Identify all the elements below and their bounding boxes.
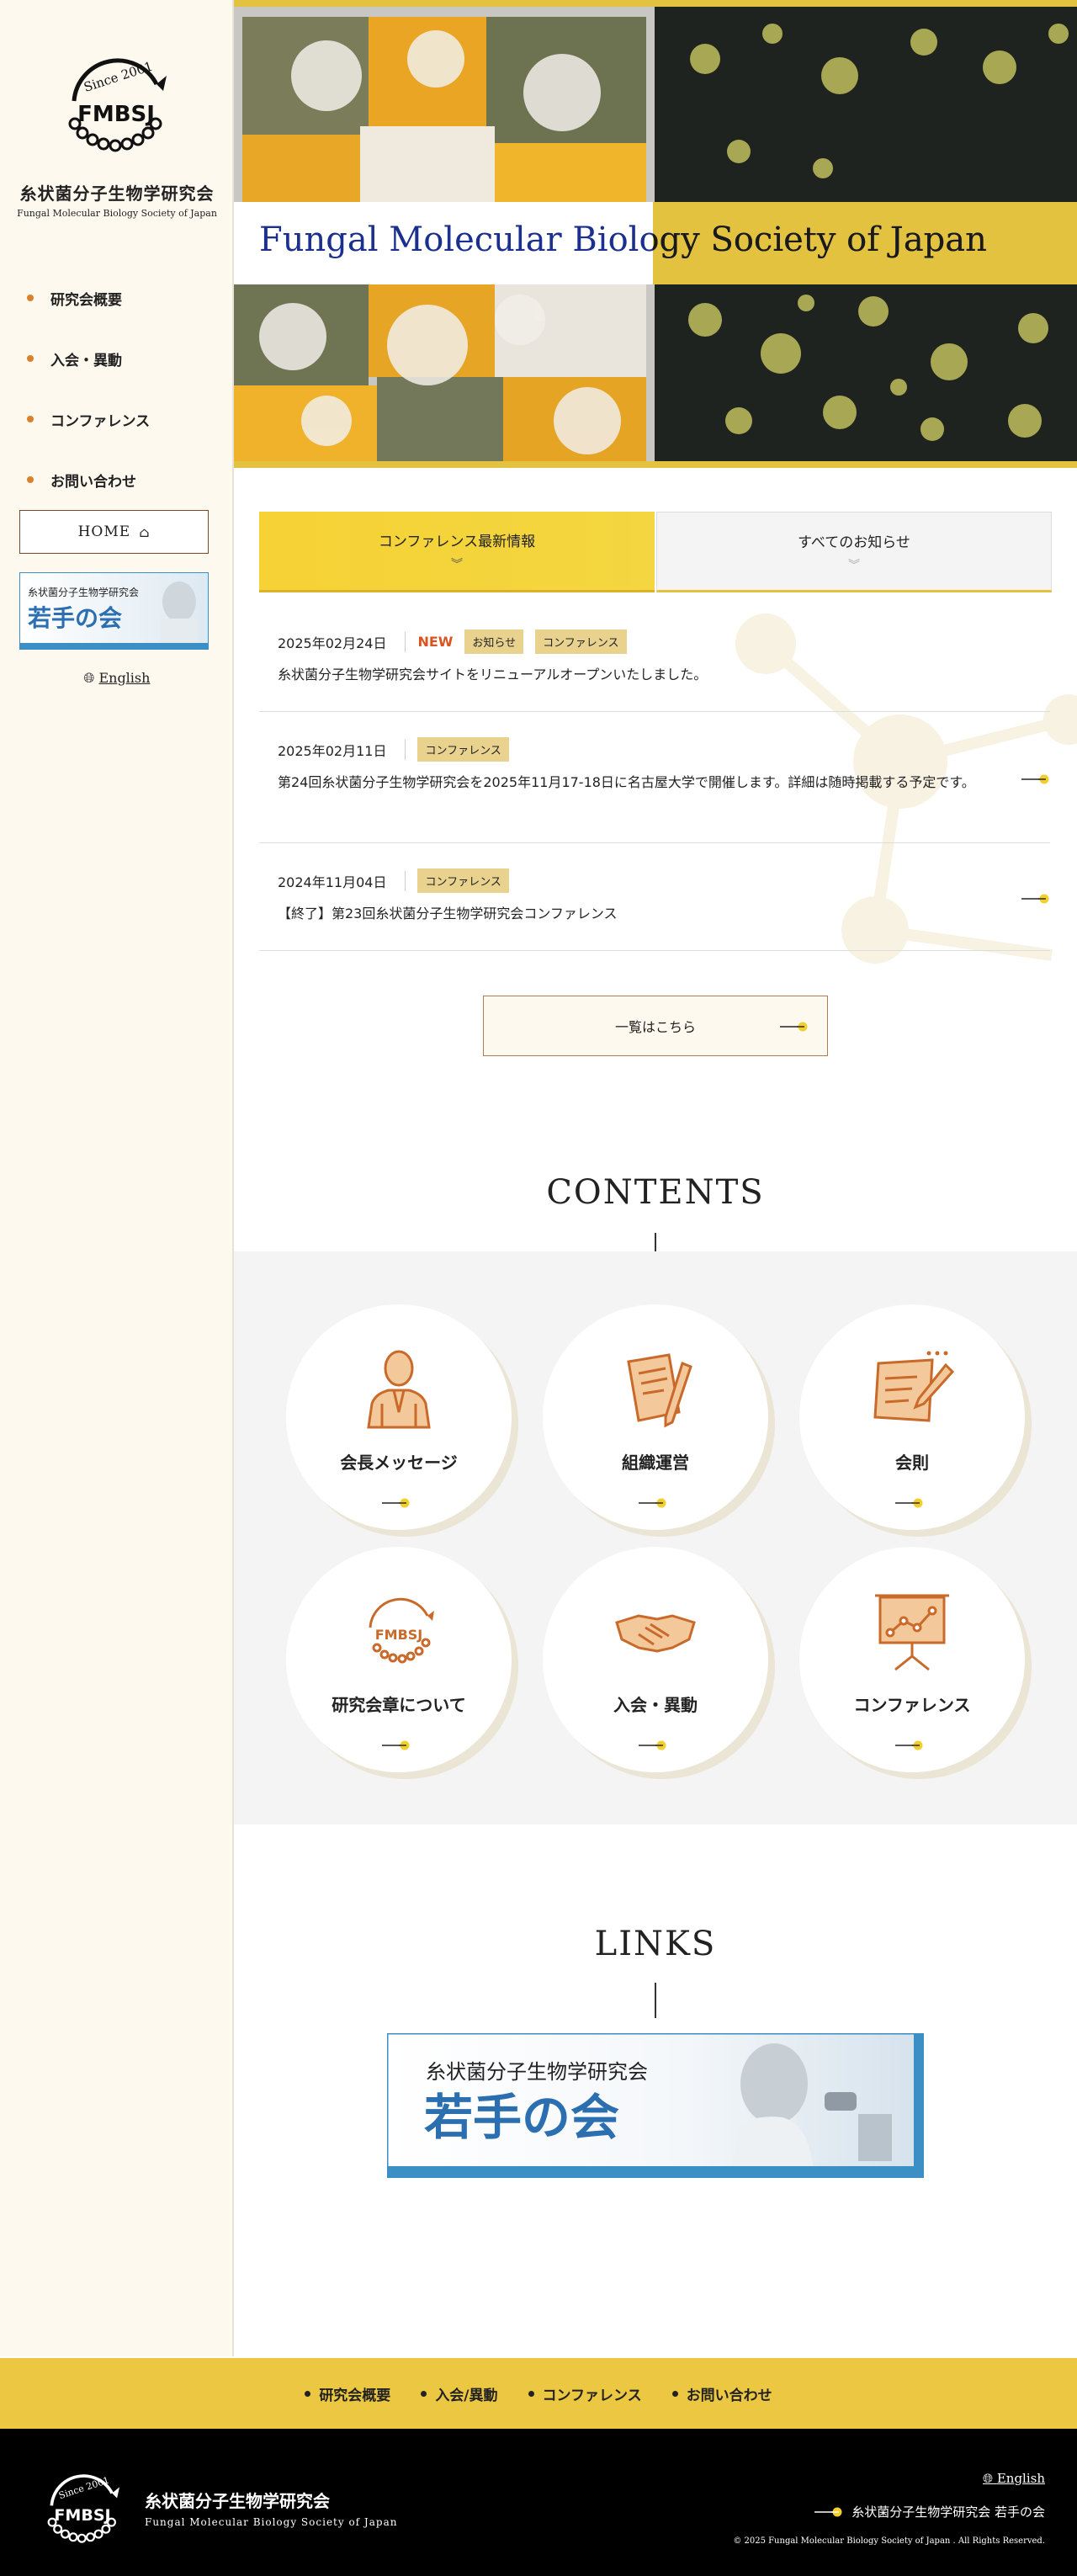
hero-title-band: Fungal Molecular Biology Society of Japa… xyxy=(234,202,1077,284)
sidebar-item-contact[interactable]: お問い合わせ xyxy=(27,449,150,510)
footer-nav: 研究会概要 入会/異動 コンファレンス お問い合わせ xyxy=(0,2358,1077,2429)
footer-item-membership[interactable]: 入会/異動 xyxy=(421,2383,498,2404)
news-date: 2024年11月04日 xyxy=(278,870,406,891)
tag-badge: コンファレンス xyxy=(417,737,509,762)
bullet-icon xyxy=(305,2390,311,2397)
globe-icon: 🌐︎ xyxy=(983,2471,994,2486)
footer-english-link[interactable]: 🌐︎ English xyxy=(983,2471,1045,2486)
news-item[interactable]: 2025年02月24日 NEW お知らせ コンファレンス 糸状菌分子生物学研究会… xyxy=(259,604,1050,712)
divider xyxy=(655,1983,656,2018)
site-title: 糸状菌分子生物学研究会 xyxy=(19,183,215,204)
links-heading: LINKS xyxy=(594,1925,717,1963)
rules-icon xyxy=(873,1351,954,1422)
bullet-icon xyxy=(671,2390,678,2397)
home-button[interactable]: HOME ⌂ xyxy=(19,510,209,554)
arrow-right-icon xyxy=(382,1498,411,1508)
card-organization[interactable]: 組織運営 xyxy=(543,1304,768,1530)
svg-text:FMBSJ: FMBSJ xyxy=(77,102,155,127)
svg-text:FMBSJ: FMBSJ xyxy=(54,2506,110,2525)
svg-text:FMBSJ: FMBSJ xyxy=(375,1627,423,1643)
logo-emblem-icon: FMBSJ Since 2001 xyxy=(68,58,167,152)
arrow-right-icon xyxy=(814,2507,842,2516)
footer-logo[interactable]: FMBSJ Since 2001 xyxy=(32,2462,133,2555)
tag-badge: コンファレンス xyxy=(417,868,509,893)
card-president-message[interactable]: 会長メッセージ xyxy=(286,1304,512,1530)
svg-text:糸状菌分子生物学研究会: 糸状菌分子生物学研究会 xyxy=(28,586,139,598)
hero-banner: Fungal Molecular Biology Society of Japa… xyxy=(234,0,1077,468)
svg-text:若手の会: 若手の会 xyxy=(424,2089,619,2146)
handshake-icon xyxy=(615,1614,696,1653)
site-logo[interactable]: FMBSJ Since 2001 xyxy=(49,42,183,168)
sidebar-nav: 研究会概要 入会・異動 コンファレンス お問い合わせ xyxy=(27,268,150,510)
globe-icon: 🌐︎ xyxy=(83,670,95,686)
sidebar: FMBSJ Since 2001 糸状菌分子生物学研究会 Fungal Mole… xyxy=(0,0,234,2356)
logo-emblem-icon: FMBSJ Since 2001 xyxy=(47,2474,119,2543)
english-link[interactable]: 🌐︎ English xyxy=(0,670,234,687)
bullet-icon xyxy=(27,295,34,301)
arrow-right-icon xyxy=(639,1740,667,1750)
bullet-icon xyxy=(27,476,34,483)
arrow-right-icon xyxy=(1021,894,1050,904)
news-date: 2025年02月24日 xyxy=(278,631,406,652)
document-pen-icon xyxy=(627,1353,692,1428)
footer: FMBSJ Since 2001 糸状菌分子生物学研究会 Fungal Mole… xyxy=(0,2429,1077,2576)
new-badge: NEW xyxy=(417,634,454,650)
news-date: 2025年02月11日 xyxy=(278,739,406,760)
sidebar-item-overview[interactable]: 研究会概要 xyxy=(27,268,150,328)
svg-text:若手の会: 若手の会 xyxy=(28,604,122,632)
site-subtitle: Fungal Molecular Biology Society of Japa… xyxy=(17,208,217,219)
arrow-right-icon xyxy=(382,1740,411,1750)
footer-item-overview[interactable]: 研究会概要 xyxy=(305,2383,390,2404)
emblem-icon: FMBSJ xyxy=(369,1597,434,1664)
footer-subtitle: Fungal Molecular Biology Society of Japa… xyxy=(145,2516,398,2528)
tab-conference-news[interactable]: コンファレンス最新情報 ︾ xyxy=(259,512,655,592)
card-conference[interactable]: コンファレンス xyxy=(799,1547,1025,1772)
news-text: 第24回糸状菌分子生物学研究会を2025年11月17-18日に名古屋大学で開催し… xyxy=(278,774,975,790)
presentation-icon xyxy=(875,1594,949,1671)
footer-item-contact[interactable]: お問い合わせ xyxy=(671,2383,772,2404)
footer-item-conference[interactable]: コンファレンス xyxy=(528,2383,642,2404)
president-icon xyxy=(367,1350,431,1429)
news-text: 糸状菌分子生物学研究会サイトをリニューアルオープンいたしました。 xyxy=(278,667,708,683)
bullet-icon xyxy=(528,2390,534,2397)
copyright: © 2025 Fungal Molecular Biology Society … xyxy=(733,2536,1045,2546)
chevron-down-icon: ︾ xyxy=(848,558,860,572)
card-emblem[interactable]: FMBSJ 研究会章について xyxy=(286,1547,512,1772)
bullet-icon xyxy=(27,355,34,362)
tag-badge: お知らせ xyxy=(464,629,524,654)
bullet-icon xyxy=(27,416,34,422)
sidebar-item-membership[interactable]: 入会・異動 xyxy=(27,328,150,389)
svg-text:糸状菌分子生物学研究会: 糸状菌分子生物学研究会 xyxy=(426,2060,648,2084)
arrow-right-icon xyxy=(780,1022,809,1032)
card-rules[interactable]: 会則 xyxy=(799,1304,1025,1530)
young-members-link-banner[interactable]: 糸状菌分子生物学研究会 若手の会 xyxy=(385,2032,926,2180)
contents-heading: CONTENTS xyxy=(546,1173,765,1212)
footer-young-members-link[interactable]: 糸状菌分子生物学研究会 若手の会 xyxy=(814,2503,1045,2520)
svg-text:Since 2001: Since 2001 xyxy=(82,59,154,95)
young-members-banner[interactable]: 糸状菌分子生物学研究会 若手の会 xyxy=(19,571,210,651)
hero-title-overlay: Fungal Molecular Biology Society of Japa… xyxy=(653,220,987,259)
footer-title: 糸状菌分子生物学研究会 xyxy=(145,2491,330,2511)
tag-badge: コンファレンス xyxy=(535,629,627,654)
view-all-button[interactable]: 一覧はこちら xyxy=(483,996,828,1056)
arrow-right-icon xyxy=(1021,774,1050,784)
sidebar-item-conference[interactable]: コンファレンス xyxy=(27,389,150,449)
news-item[interactable]: 2024年11月04日 コンファレンス 【終了】第23回糸状菌分子生物学研究会コ… xyxy=(259,843,1050,951)
bullet-icon xyxy=(421,2390,427,2397)
arrow-right-icon xyxy=(639,1498,667,1508)
chevron-down-icon: ︾ xyxy=(451,558,463,571)
arrow-right-icon xyxy=(895,1740,924,1750)
tab-all-news[interactable]: すべてのお知らせ ︾ xyxy=(656,512,1052,592)
svg-text:Since 2001: Since 2001 xyxy=(57,2475,110,2502)
news-item[interactable]: 2025年02月11日 コンファレンス 第24回糸状菌分子生物学研究会を2025… xyxy=(259,712,1050,843)
card-membership[interactable]: 入会・異動 xyxy=(543,1547,768,1772)
arrow-right-icon xyxy=(895,1498,924,1508)
news-text: 【終了】第23回糸状菌分子生物学研究会コンファレンス xyxy=(278,906,618,922)
home-icon: ⌂ xyxy=(139,523,151,540)
